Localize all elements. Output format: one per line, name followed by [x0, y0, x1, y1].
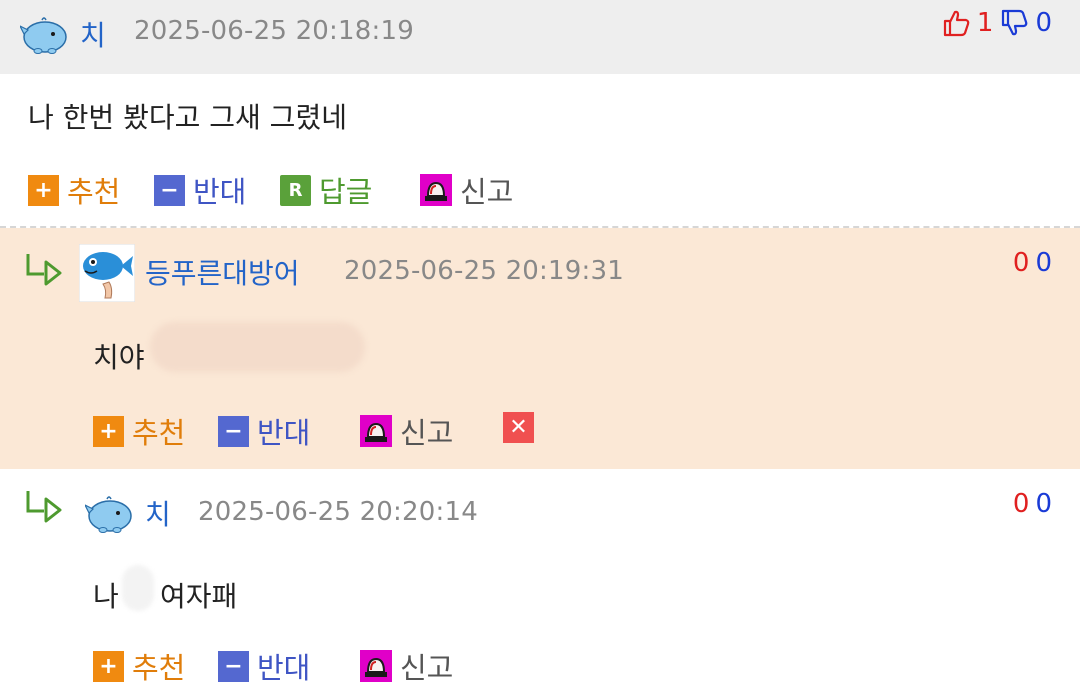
minus-icon: −	[154, 174, 185, 206]
oppose-label: 반대	[193, 175, 247, 209]
comment-body-end: 여자패	[160, 580, 238, 613]
blurred-text-region	[122, 565, 154, 611]
comment: 치 2025-06-25 20:18:19 1 0 나 한번 봤다고 그새 그렸…	[0, 0, 1080, 228]
comment-nickname[interactable]: 등푸른대방어	[145, 252, 300, 292]
fish-avatar-icon[interactable]	[79, 244, 135, 302]
close-icon: ✕	[503, 412, 534, 443]
plus-icon: +	[93, 415, 124, 447]
upvote-count: 0	[1012, 489, 1030, 519]
recommend-label: 추천	[67, 175, 121, 209]
vote-counts: 1 0	[941, 8, 1052, 38]
oppose-button[interactable]: − 반대	[154, 169, 246, 211]
siren-icon	[360, 415, 392, 447]
delete-button[interactable]: ✕	[503, 412, 534, 443]
plus-icon: +	[93, 650, 124, 682]
reply-comment: 등푸른대방어 2025-06-25 20:19:31 0 0 치야 + 추천 −…	[0, 228, 1080, 469]
vote-counts: 0 0	[1013, 489, 1052, 519]
upvote-count: 0	[1012, 248, 1030, 278]
comment-nickname[interactable]: 치	[80, 14, 106, 54]
report-label: 신고	[400, 416, 454, 450]
blurred-text-region	[150, 322, 365, 372]
siren-icon	[360, 650, 392, 682]
reply-label: 답글	[319, 175, 373, 209]
comment-timestamp: 2025-06-25 20:19:31	[344, 256, 624, 286]
comment-body: 나 한번 봤다고 그새 그렸네	[28, 101, 347, 134]
thumbs-up-icon[interactable]	[941, 8, 971, 38]
oppose-label: 반대	[257, 416, 311, 450]
whale-avatar-icon[interactable]	[85, 493, 133, 535]
siren-icon	[420, 174, 452, 206]
reply-arrow-icon	[26, 491, 62, 523]
downvote-count: 0	[1035, 8, 1052, 38]
plus-icon: +	[28, 174, 59, 206]
recommend-button[interactable]: + 추천	[28, 169, 120, 211]
downvote-count: 0	[1035, 489, 1052, 519]
report-button[interactable]: 신고	[420, 169, 513, 211]
comment-body: 치야	[93, 341, 145, 374]
vote-counts: 0 0	[1013, 248, 1052, 278]
report-button[interactable]: 신고	[360, 410, 453, 452]
oppose-label: 반대	[257, 651, 311, 685]
comment-timestamp: 2025-06-25 20:18:19	[134, 16, 414, 46]
comment-nickname[interactable]: 치	[145, 493, 171, 533]
report-label: 신고	[400, 651, 454, 685]
oppose-button[interactable]: − 반대	[218, 645, 310, 687]
recommend-button[interactable]: + 추천	[93, 410, 185, 452]
comment-body-start: 나	[93, 580, 119, 613]
thumbs-down-icon[interactable]	[999, 8, 1029, 38]
recommend-label: 추천	[132, 416, 186, 450]
oppose-button[interactable]: − 반대	[218, 410, 310, 452]
recommend-button[interactable]: + 추천	[93, 645, 185, 687]
reply-comment: 치 2025-06-25 20:20:14 0 0 나 여자패 + 추천 − 반…	[0, 469, 1080, 690]
minus-icon: −	[218, 650, 249, 682]
reply-button[interactable]: R 답글	[280, 169, 372, 211]
report-button[interactable]: 신고	[360, 645, 453, 687]
report-label: 신고	[460, 175, 514, 209]
minus-icon: −	[218, 415, 249, 447]
reply-badge-icon: R	[280, 174, 311, 206]
downvote-count: 0	[1035, 248, 1052, 278]
recommend-label: 추천	[132, 651, 186, 685]
whale-avatar-icon[interactable]	[20, 14, 68, 56]
reply-arrow-icon	[26, 254, 62, 286]
upvote-count: 1	[976, 8, 994, 38]
comment-timestamp: 2025-06-25 20:20:14	[198, 497, 478, 527]
